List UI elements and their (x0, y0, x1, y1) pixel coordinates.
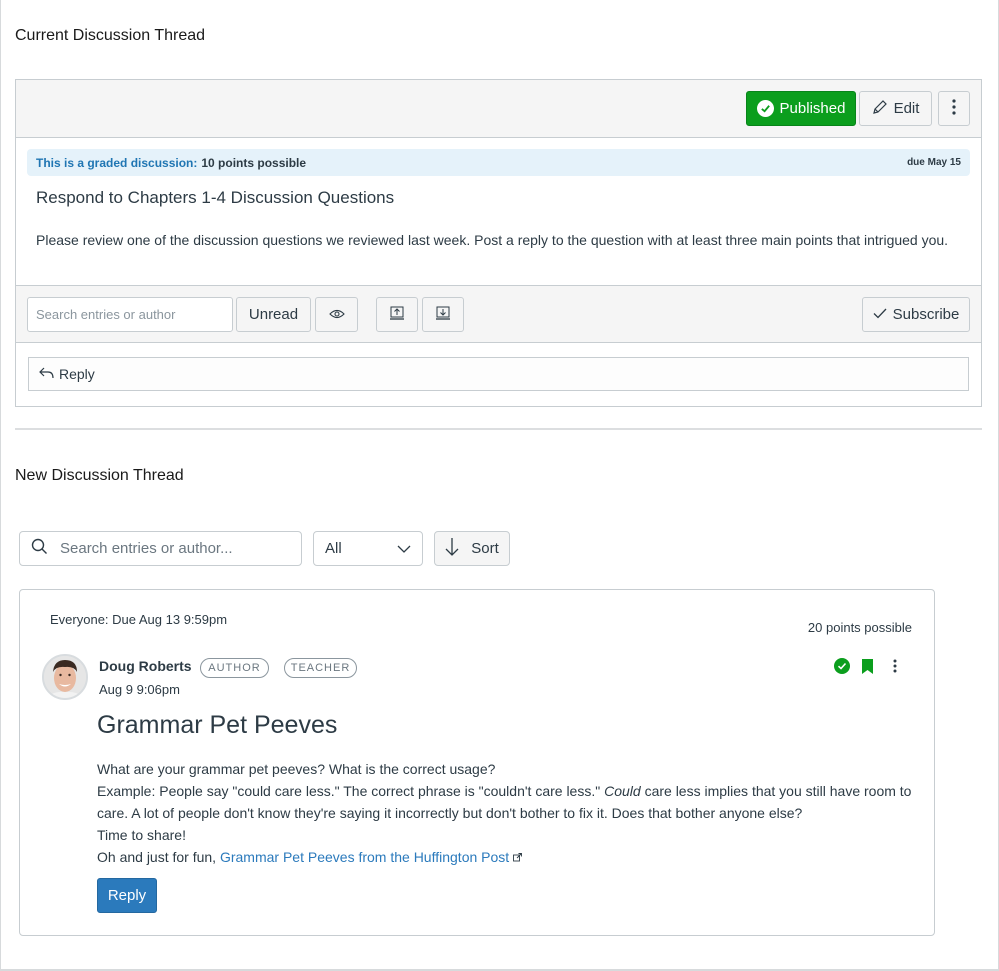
collapse-replies-button[interactable] (376, 297, 418, 332)
teacher-badge: TEACHER (284, 658, 357, 678)
collapse-up-icon (389, 306, 405, 324)
post-text: Oh and just for fun, (97, 849, 220, 865)
current-thread-heading: Current Discussion Thread (15, 27, 206, 44)
graded-discussion-banner: This is a graded discussion: 10 points p… (27, 149, 970, 176)
discussion-toolbar: Unread Subscribe (16, 285, 981, 343)
points-possible-label: 20 points possible (807, 620, 912, 635)
published-label: Published (779, 100, 846, 117)
edit-label: Edit (893, 100, 920, 117)
panel-header: Published Edit (16, 80, 981, 138)
chevron-down-icon (397, 540, 411, 557)
assignment-due-info: Everyone: Due Aug 13 9:59pm (50, 612, 228, 627)
post-body-line: What are your grammar pet peeves? What i… (97, 761, 496, 777)
post-body-line: Example: People say "could care less." T… (97, 780, 917, 824)
avatar[interactable] (42, 654, 88, 700)
due-date: due May 15 (907, 157, 961, 168)
post-body: What are your grammar pet peeves? What i… (97, 758, 917, 868)
edit-button[interactable]: Edit (859, 91, 932, 126)
expand-down-icon (435, 306, 451, 324)
reply-box[interactable]: Reply (28, 357, 969, 391)
post-text: Example: People say "could care less." T… (97, 783, 605, 799)
post-emphasis: Could (604, 783, 641, 799)
bookmark-icon[interactable] (862, 658, 873, 679)
expand-replies-button[interactable] (422, 297, 464, 332)
search-icon (31, 538, 48, 560)
mark-read-button[interactable] (315, 297, 358, 332)
arrow-down-icon (445, 537, 459, 561)
read-check-icon[interactable] (834, 658, 850, 679)
current-discussion-panel: Published Edit This is a graded discussi… (15, 79, 982, 407)
huffington-post-link[interactable]: Grammar Pet Peeves from the Huffington P… (220, 849, 509, 865)
topic-title: Respond to Chapters 1-4 Discussion Quest… (36, 188, 395, 207)
search-entries-input-new[interactable] (58, 539, 278, 558)
unread-button[interactable]: Unread (236, 297, 311, 332)
points-possible: 10 points possible (201, 155, 307, 170)
discussion-entry-card: Everyone: Due Aug 13 9:59pm 20 points po… (19, 589, 935, 936)
filter-selected-value: All (325, 540, 342, 557)
topic-body: Please review one of the discussion ques… (36, 232, 949, 248)
reply-label: Reply (59, 366, 95, 382)
post-date: Aug 9 9:06pm (99, 682, 180, 697)
post-body-line: Time to share! (97, 827, 186, 843)
entry-actions (834, 658, 897, 679)
more-options-button[interactable] (938, 91, 970, 126)
author-name[interactable]: Doug Roberts (99, 658, 192, 674)
eye-icon (328, 306, 345, 323)
kebab-vertical-icon (952, 98, 956, 119)
sort-button[interactable]: Sort (434, 531, 510, 566)
check-circle-icon (756, 100, 774, 117)
subscribe-label: Subscribe (892, 306, 960, 323)
new-thread-heading: New Discussion Thread (15, 467, 184, 484)
section-divider (15, 428, 982, 430)
reply-arrow-icon (39, 366, 55, 383)
sort-label: Sort (471, 540, 499, 557)
search-entries-input[interactable] (27, 297, 233, 332)
subscribe-button[interactable]: Subscribe (862, 297, 970, 332)
external-link-icon (513, 849, 523, 865)
graded-label: This is a graded discussion: (36, 155, 198, 170)
kebab-vertical-icon[interactable] (893, 659, 897, 678)
published-button[interactable]: Published (746, 91, 856, 126)
reply-button[interactable]: Reply (97, 878, 157, 913)
post-body-line: Oh and just for fun, Grammar Pet Peeves … (97, 846, 917, 868)
checkmark-icon (873, 306, 887, 323)
filter-select[interactable]: All (313, 531, 423, 566)
pencil-icon (872, 99, 888, 119)
post-title: Grammar Pet Peeves (97, 711, 338, 739)
search-entries-field[interactable] (19, 531, 302, 566)
author-badge: AUTHOR (200, 658, 269, 678)
